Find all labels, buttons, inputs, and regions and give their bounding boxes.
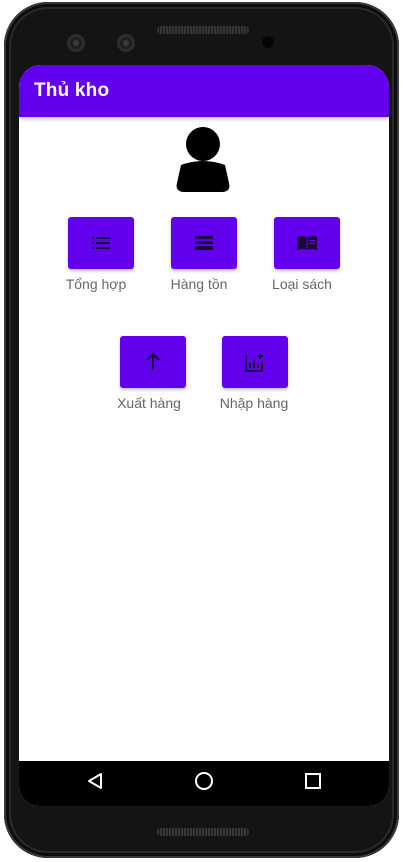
- add-chart-icon: [245, 352, 265, 372]
- app-screen: Thủ kho Tổng hợp Hàng tồn Loại sách Xuất…: [19, 65, 389, 806]
- person-icon: [174, 127, 232, 193]
- home-button[interactable]: [179, 761, 229, 806]
- home-icon: [194, 771, 214, 796]
- export-label: Xuất hàng: [117, 395, 181, 411]
- recents-button[interactable]: [288, 761, 338, 806]
- back-button[interactable]: [70, 761, 120, 806]
- proximity-sensor: [262, 36, 274, 48]
- front-camera-icon: [117, 34, 135, 52]
- bottom-speaker: [157, 828, 249, 836]
- earpiece-speaker: [157, 26, 249, 34]
- system-nav-bar: [19, 761, 389, 806]
- inventory-button[interactable]: [171, 217, 237, 269]
- book-icon: [296, 235, 318, 251]
- import-label: Nhập hàng: [219, 395, 289, 411]
- front-camera-icon: [67, 34, 85, 52]
- app-bar: Thủ kho: [19, 65, 389, 117]
- back-icon: [86, 772, 104, 795]
- import-button[interactable]: [222, 336, 288, 388]
- book-category-button[interactable]: [274, 217, 340, 269]
- app-title: Thủ kho: [34, 80, 110, 101]
- book-category-label: Loại sách: [272, 276, 332, 292]
- export-button[interactable]: [120, 336, 186, 388]
- inventory-label: Hàng tồn: [170, 276, 228, 292]
- inventory-icon: [195, 236, 213, 250]
- recents-icon: [304, 772, 322, 795]
- arrow-up-icon: [145, 353, 161, 371]
- summary-label: Tổng hợp: [65, 276, 127, 292]
- summary-button[interactable]: [68, 217, 134, 269]
- list-icon: [92, 236, 110, 250]
